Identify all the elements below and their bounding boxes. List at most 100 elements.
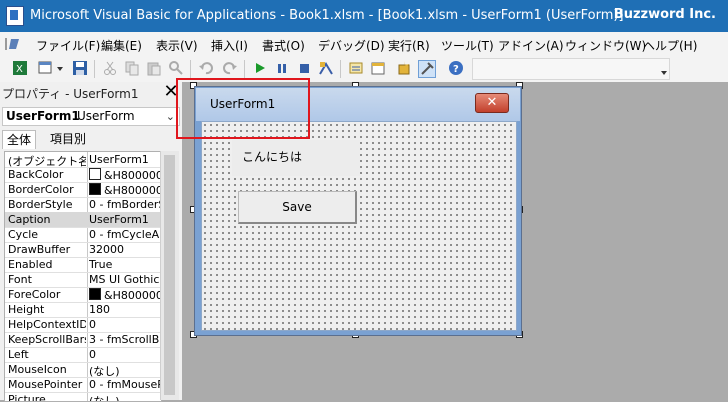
undo-icon[interactable] [198,60,214,76]
copy-icon[interactable] [124,60,140,76]
menu-tools[interactable]: ツール(T) [441,37,494,54]
property-row[interactable]: MousePointer 0 - fmMouseP [5,377,161,393]
property-row[interactable]: BorderColor&H8000001 [5,182,161,198]
property-row[interactable]: ForeColor&H8000001 [5,287,161,303]
toolbar-separator [94,60,95,78]
property-name: BorderColor [8,183,74,196]
title-bar: Microsoft Visual Basic for Applications … [0,0,728,32]
close-button[interactable]: ✕ [475,93,509,113]
menu-window[interactable]: ウィンドウ(W) [565,37,646,54]
property-value[interactable]: 0 [89,318,161,331]
window-title: Microsoft Visual Basic for Applications … [30,8,624,23]
menu-view[interactable]: 表示(V) [156,37,198,54]
object-browser-icon[interactable] [396,60,412,76]
menu-help[interactable]: ヘルプ(H) [643,37,697,54]
property-value[interactable]: MS UI Gothic [89,273,161,286]
property-value-text: &H8000000 [104,169,161,182]
property-name: Picture [8,393,46,402]
save-button[interactable]: Save [238,191,357,224]
properties-window-icon[interactable] [370,60,386,76]
property-row[interactable]: Enabled True [5,257,161,273]
standard-toolbar: X ? [0,56,728,83]
property-value[interactable]: 0 - fmMouseP [89,378,161,391]
property-row[interactable]: Font MS UI Gothic [5,272,161,288]
property-row[interactable]: Cycle 0 - fmCycleA [5,227,161,243]
object-name: UserForm1 [6,109,80,123]
watermark: Buzzword Inc. [613,7,716,22]
property-name: MouseIcon [8,363,67,376]
property-value[interactable]: 180 [89,303,161,316]
reset-icon[interactable] [296,60,312,76]
object-selector[interactable]: UserForm1 UserForm ⌄ [2,107,180,126]
property-value[interactable]: 3 - fmScrollB [89,333,161,346]
property-value[interactable]: 0 - fmCycleA [89,228,161,241]
help-icon[interactable]: ? [448,60,464,76]
property-row[interactable]: Height 180 [5,302,161,318]
property-row[interactable]: KeepScrollBars 3 - fmScrollB [5,332,161,348]
property-row[interactable]: BackColor&H8000000 [5,167,161,183]
property-name: Font [8,273,32,286]
menu-bar: ファイル(F) 編集(E) 表示(V) 挿入(I) 書式(O) デバッグ(D) … [0,32,728,56]
userform-client-area[interactable]: こんにちは Save [201,121,517,331]
property-value[interactable]: True [89,258,161,271]
dropdown-arrow-icon[interactable] [56,60,64,76]
menu-format[interactable]: 書式(O) [262,37,305,54]
property-value[interactable]: UserForm1 [89,153,161,166]
menu-run[interactable]: 実行(R) [388,37,430,54]
property-row[interactable]: (オブジェクト名) UserForm1 [5,152,161,168]
menu-insert[interactable]: 挿入(I) [211,37,248,54]
property-row-selected[interactable]: Caption UserForm1 [5,212,161,228]
property-value-text: &H8000001 [104,289,161,302]
redo-icon[interactable] [222,60,238,76]
cut-icon[interactable] [102,60,118,76]
property-name: Caption [8,213,51,226]
tab-categorized[interactable]: 項目別 [46,130,90,148]
property-row[interactable]: BorderStyle 0 - fmBorderS [5,197,161,213]
color-swatch [89,168,101,180]
property-name: Height [8,303,45,316]
toolbox-icon[interactable] [418,60,436,78]
object-type: UserForm [77,109,135,123]
property-row[interactable]: Left 0 [5,347,161,363]
svg-text:X: X [16,64,23,75]
property-value[interactable]: 0 [89,348,161,361]
property-name: Enabled [8,258,53,271]
property-row[interactable]: Picture (なし) [5,392,161,402]
property-value[interactable]: 32000 [89,243,161,256]
toolbar-separator [244,60,245,78]
project-explorer-icon[interactable] [348,60,364,76]
excel-view-icon[interactable]: X [12,60,28,76]
insert-userform-icon[interactable] [38,60,54,76]
menu-file[interactable]: ファイル(F) [36,37,100,54]
break-icon[interactable] [274,60,290,76]
property-grid-scrollbar[interactable] [160,151,179,400]
menu-debug[interactable]: デバッグ(D) [318,37,385,54]
property-value[interactable]: &H8000001 [89,183,161,197]
scrollbar-thumb[interactable] [164,155,175,395]
save-icon[interactable] [72,60,88,76]
property-row[interactable]: MouseIcon (なし) [5,362,161,378]
property-value[interactable]: &H8000000 [89,168,161,182]
location-field[interactable] [472,58,670,80]
menu-addins[interactable]: アドイン(A) [498,37,564,54]
paste-icon[interactable] [146,60,162,76]
properties-header: プロパティ - UserForm1 ✕ [0,82,182,104]
vba-app-icon [6,6,24,26]
label-text: こんにちは [242,150,303,164]
property-grid: (オブジェクト名)UserForm1 BackColor&H8000000 Bo… [4,151,162,402]
property-name: DrawBuffer [8,243,71,256]
design-mode-icon[interactable] [318,60,334,76]
run-icon[interactable] [252,60,268,76]
label-control[interactable]: こんにちは [232,140,360,176]
menu-edit[interactable]: 編集(E) [101,37,142,54]
tab-alphabetic[interactable]: 全体 [2,130,37,149]
property-row[interactable]: DrawBuffer 32000 [5,242,161,258]
property-value[interactable]: (なし) [89,393,161,401]
property-value[interactable]: UserForm1 [89,213,161,226]
property-value[interactable]: &H8000001 [89,288,161,302]
find-icon[interactable] [168,60,184,76]
property-value[interactable]: 0 - fmBorderS [89,198,161,211]
properties-tabs: 全体 項目別 [2,129,178,149]
property-name: BackColor [8,168,64,181]
property-row[interactable]: HelpContextID 0 [5,317,161,333]
